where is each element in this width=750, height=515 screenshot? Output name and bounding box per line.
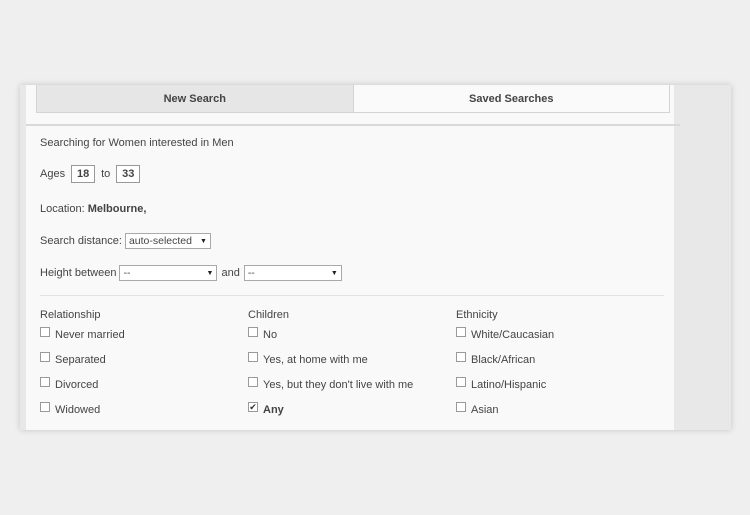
search-summary: Searching for Women interested in Men: [40, 137, 234, 149]
option-label: Any: [263, 404, 284, 416]
option-label: Asian: [471, 404, 499, 416]
age-min-input[interactable]: 18: [71, 165, 96, 183]
check-icon: ✔: [249, 402, 257, 412]
chevron-down-icon: ▼: [200, 237, 207, 245]
option-label: Divorced: [55, 379, 99, 391]
checkbox-children-not-living[interactable]: [248, 377, 258, 387]
tab-new-search[interactable]: New Search: [37, 85, 354, 112]
ethnicity-heading: Ethnicity: [456, 309, 498, 321]
height-label: Height between: [40, 267, 117, 279]
location-label: Location:: [40, 203, 85, 215]
checkbox-latino-hispanic[interactable]: [456, 377, 466, 387]
distance-row: Search distance: auto-selected ▼: [40, 233, 211, 249]
option-label: Latino/Hispanic: [471, 379, 547, 391]
search-card: New Search Saved Searches Searching for …: [20, 85, 731, 430]
checkbox-separated[interactable]: [40, 352, 50, 362]
children-heading: Children: [248, 309, 289, 321]
option-label: Widowed: [55, 404, 101, 416]
checkbox-children-at-home[interactable]: [248, 352, 258, 362]
option-white-caucasian[interactable]: White/Caucasian: [456, 327, 555, 341]
distance-label: Search distance:: [40, 235, 122, 247]
option-children-no[interactable]: No: [248, 327, 278, 341]
search-panel: New Search Saved Searches Searching for …: [26, 85, 680, 430]
ethnicity-column: Ethnicity White/Caucasian Black/African …: [456, 309, 656, 416]
chevron-down-icon: ▼: [330, 269, 338, 277]
checkbox-children-any[interactable]: ✔: [248, 402, 258, 412]
page: New Search Saved Searches Searching for …: [0, 0, 750, 515]
option-children-any[interactable]: ✔ Any: [248, 402, 284, 416]
chevron-down-icon: ▼: [206, 269, 214, 277]
option-label: Never married: [55, 329, 125, 341]
option-label: Yes, at home with me: [263, 354, 368, 366]
option-children-at-home[interactable]: Yes, at home with me: [248, 352, 368, 366]
distance-selected: auto-selected: [128, 235, 192, 247]
option-never-married[interactable]: Never married: [40, 327, 125, 341]
option-widowed[interactable]: Widowed: [40, 402, 101, 416]
height-to-value: --: [247, 267, 255, 279]
option-children-not-living[interactable]: Yes, but they don't live with me: [248, 377, 414, 391]
ages-label: Ages: [40, 168, 66, 180]
distance-select[interactable]: auto-selected ▼: [124, 233, 211, 249]
option-label: No: [263, 329, 278, 341]
checkbox-asian[interactable]: [456, 402, 466, 412]
height-to-select[interactable]: -- ▼: [243, 265, 342, 281]
relationship-column: Relationship Never married Separated Div…: [40, 309, 240, 416]
option-label: White/Caucasian: [471, 329, 555, 341]
section-divider: [40, 295, 664, 296]
relationship-heading: Relationship: [40, 309, 101, 321]
tab-divider: [26, 124, 680, 126]
ages-row: Ages 18 to 33: [40, 165, 144, 183]
height-row: Height between -- ▼ and -- ▼: [40, 265, 342, 281]
checkbox-black-african[interactable]: [456, 352, 466, 362]
ages-to-label: to: [101, 168, 111, 180]
children-column: Children No Yes, at home with me Yes, bu…: [248, 309, 448, 416]
option-separated[interactable]: Separated: [40, 352, 106, 366]
checkbox-divorced[interactable]: [40, 377, 50, 387]
tab-saved-searches[interactable]: Saved Searches: [354, 85, 670, 112]
height-from-select[interactable]: -- ▼: [119, 265, 218, 281]
option-label: Yes, but they don't live with me: [263, 379, 414, 391]
option-divorced[interactable]: Divorced: [40, 377, 99, 391]
checkbox-children-no[interactable]: [248, 327, 258, 337]
age-max-input[interactable]: 33: [116, 165, 141, 183]
checkbox-white-caucasian[interactable]: [456, 327, 466, 337]
option-label: Separated: [55, 354, 106, 366]
option-black-african[interactable]: Black/African: [456, 352, 536, 366]
checkbox-widowed[interactable]: [40, 402, 50, 412]
location-row: Location: Melbourne,: [40, 203, 146, 215]
option-latino-hispanic[interactable]: Latino/Hispanic: [456, 377, 547, 391]
search-tabs: New Search Saved Searches: [36, 85, 670, 113]
option-asian[interactable]: Asian: [456, 402, 499, 416]
height-from-value: --: [123, 267, 131, 279]
option-label: Black/African: [471, 354, 536, 366]
height-and-label: and: [221, 267, 240, 279]
checkbox-never-married[interactable]: [40, 327, 50, 337]
location-value: Melbourne,: [87, 203, 147, 215]
